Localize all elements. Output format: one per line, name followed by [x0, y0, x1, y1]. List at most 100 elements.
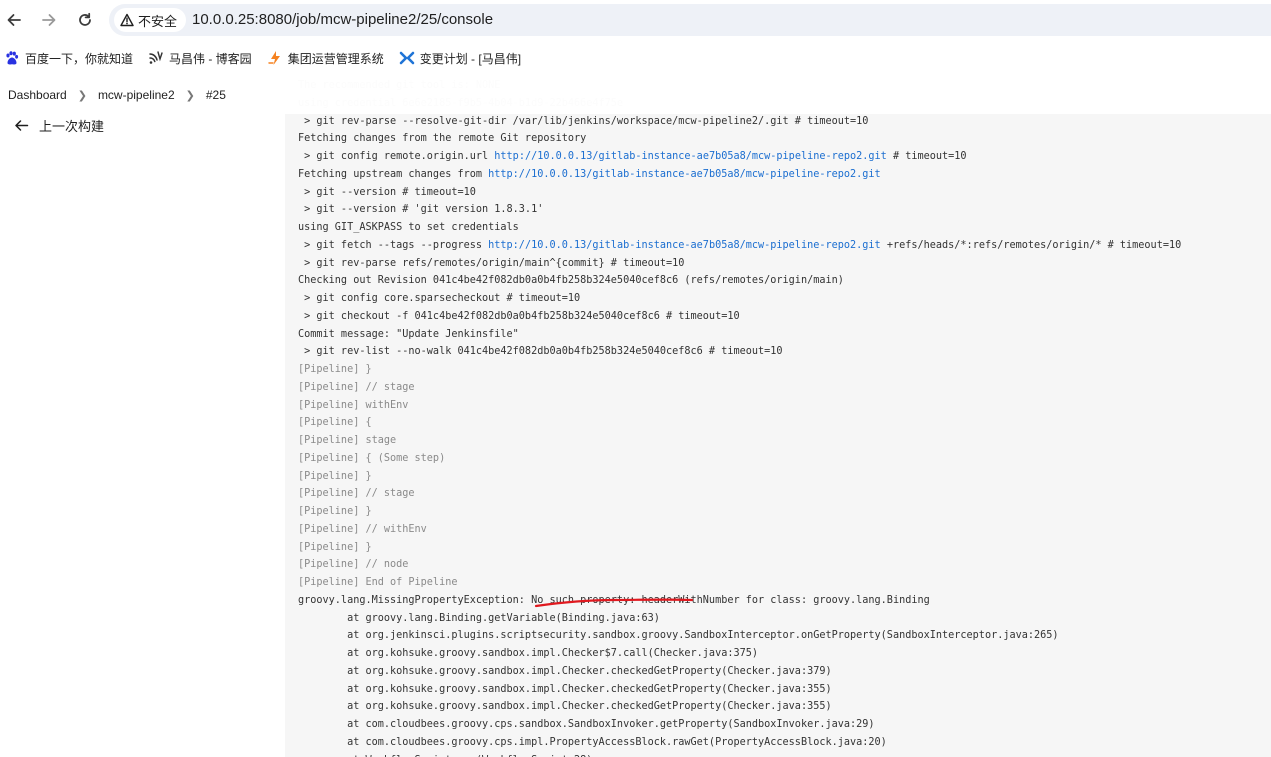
console-line: at org.kohsuke.groovy.sandbox.impl.Check…: [298, 663, 1181, 681]
console-line: > git rev-parse --resolve-git-dir /var/l…: [298, 113, 1181, 131]
previous-build-link[interactable]: 上一次构建: [14, 116, 104, 135]
console-text: at org.kohsuke.groovy.sandbox.impl.Check…: [298, 648, 759, 659]
console-line: > git config remote.origin.url http://10…: [298, 148, 1181, 166]
security-indicator[interactable]: 不安全: [114, 8, 187, 32]
pipeline-step-text: [Pipeline] }: [298, 541, 372, 553]
console-line: > git rev-parse refs/remotes/origin/main…: [298, 255, 1181, 273]
bookmark-label: 百度一下，你就知道: [25, 51, 134, 66]
console-line: [Pipeline] // withEnv: [298, 521, 1181, 539]
pipeline-step-text: [Pipeline] End of Pipeline: [298, 577, 458, 588]
console-line: > git checkout -f 041c4be42f082db0a0b4fb…: [298, 308, 1181, 326]
console-line: [Pipeline] // stage: [298, 379, 1181, 397]
bookmark-cnblogs[interactable]: 马昌伟 - 博客园: [148, 45, 259, 71]
console-line: [Pipeline] }: [298, 361, 1181, 379]
console-line: at com.cloudbees.groovy.cps.impl.Propert…: [298, 734, 1181, 752]
pipeline-step-text: [Pipeline] {: [298, 417, 372, 429]
console-text: at org.kohsuke.groovy.sandbox.impl.Check…: [298, 683, 832, 695]
jenkins-console-page: Dashboard ❯ mcw-pipeline2 ❯ #25 上一次构建 Th…: [0, 76, 1271, 757]
console-line: [Pipeline] }: [298, 503, 1181, 521]
console-line: [Pipeline] {: [298, 414, 1181, 432]
console-text: Commit message: "Update Jenkinsfile": [298, 328, 519, 340]
warning-triangle-icon: [120, 13, 134, 27]
cnblogs-icon: [149, 51, 163, 64]
baidu-paw-icon: [6, 51, 19, 65]
console-line: at org.kohsuke.groovy.sandbox.impl.Check…: [298, 698, 1181, 716]
bookmarks-bar: 百度一下，你就知道 马昌伟 - 博客园 集团运营管理系统 变更计划 - [马昌伟…: [0, 40, 1271, 76]
console-line: [Pipeline] stage: [298, 432, 1181, 450]
console-link[interactable]: http://10.0.0.13/gitlab-instance-ae7b05a…: [488, 169, 881, 180]
console-line: > git --version # 'git version 1.8.3.1': [298, 201, 1181, 219]
bookmark-ops-system[interactable]: 集团运营管理系统: [267, 45, 391, 71]
console-line: [Pipeline] // stage: [298, 485, 1181, 503]
console-text: Fetching changes from the remote Git rep…: [298, 133, 587, 145]
console-text: at org.kohsuke.groovy.sandbox.impl.Check…: [298, 665, 832, 677]
console-text: at org.jenkinsci.plugins.scriptsecurity.…: [298, 630, 1059, 642]
console-line: > git config core.sparsecheckout # timeo…: [298, 290, 1181, 308]
console-line: [Pipeline] // node: [298, 556, 1181, 574]
previous-build-label: 上一次构建: [39, 119, 105, 134]
console-text: # timeout=10: [886, 151, 967, 162]
console-link[interactable]: http://10.0.0.13/gitlab-instance-ae7b05a…: [488, 240, 881, 251]
bookmark-baidu[interactable]: 百度一下，你就知道: [4, 45, 140, 71]
breadcrumb-build[interactable]: #25: [204, 88, 228, 102]
console-line: > git rev-list --no-walk 041c4be42f082db…: [298, 343, 1181, 361]
console-line: Fetching upstream changes from http://10…: [298, 166, 1181, 184]
console-output-panel[interactable]: The recommended git tool is: NONEusing c…: [285, 76, 1271, 757]
console-text: > git fetch --tags --progress: [298, 239, 489, 251]
bookmark-label: 集团运营管理系统: [287, 51, 384, 66]
console-line: [Pipeline] withEnv: [298, 397, 1181, 415]
browser-toolbar: 不安全 10.0.0.25:8080/job/mcw-pipeline2/25/…: [0, 0, 1271, 40]
console-line: > git --version # timeout=10: [298, 184, 1181, 202]
bookmark-change-plan[interactable]: 变更计划 - [马昌伟]: [399, 45, 528, 71]
breadcrumb-job[interactable]: mcw-pipeline2: [96, 88, 177, 102]
breadcrumb: Dashboard ❯ mcw-pipeline2 ❯ #25: [0, 76, 1271, 114]
console-line: groovy.lang.MissingPropertyException: No…: [298, 592, 1181, 610]
console-line: > git fetch --tags --progress http://10.…: [298, 237, 1181, 255]
console-text: > git rev-parse --resolve-git-dir /var/l…: [298, 115, 869, 127]
console-text: at com.cloudbees.groovy.cps.impl.Propert…: [298, 736, 887, 748]
console-text: > git rev-list --no-walk 041c4be42f082db…: [298, 346, 783, 358]
console-line: at org.kohsuke.groovy.sandbox.impl.Check…: [298, 645, 1181, 663]
change-plan-icon: [399, 51, 415, 65]
console-line: using GIT_ASKPASS to set credentials: [298, 219, 1181, 237]
reload-icon[interactable]: [71, 6, 99, 34]
pipeline-step-text: [Pipeline] // stage: [298, 381, 415, 393]
breadcrumb-dashboard[interactable]: Dashboard: [6, 88, 69, 102]
pipeline-step-text: [Pipeline] // withEnv: [298, 523, 427, 535]
console-line: Commit message: "Update Jenkinsfile": [298, 326, 1181, 344]
console-line: [Pipeline] }: [298, 539, 1181, 557]
console-line: at com.cloudbees.groovy.cps.sandbox.Sand…: [298, 716, 1181, 734]
security-label: 不安全: [138, 13, 178, 29]
forward-arrow-icon[interactable]: [35, 6, 63, 34]
console-text: at com.cloudbees.groovy.cps.sandbox.Sand…: [298, 719, 875, 730]
pipeline-step-text: [Pipeline] // stage: [298, 488, 415, 500]
console-link[interactable]: http://10.0.0.13/gitlab-instance-ae7b05a…: [494, 151, 887, 162]
address-bar[interactable]: 不安全 10.0.0.25:8080/job/mcw-pipeline2/25/…: [109, 4, 1271, 36]
console-line: Checking out Revision 041c4be42f082db0a0…: [298, 272, 1181, 290]
console-text: Fetching upstream changes from: [298, 168, 489, 180]
pipeline-step-text: [Pipeline] }: [298, 506, 372, 517]
console-line: at org.kohsuke.groovy.sandbox.impl.Check…: [298, 681, 1181, 699]
console-text: > git config core.sparsecheckout # timeo…: [298, 293, 581, 304]
console-text: > git --version # 'git version 1.8.3.1': [298, 204, 544, 216]
pipeline-step-text: [Pipeline] withEnv: [298, 399, 409, 411]
console-line: [Pipeline] }: [298, 468, 1181, 486]
pipeline-step-text: [Pipeline] // node: [298, 559, 409, 571]
back-arrow-icon[interactable]: [0, 6, 28, 34]
ops-system-icon: [267, 51, 280, 65]
console-text: at org.kohsuke.groovy.sandbox.impl.Check…: [298, 701, 832, 713]
sidebar: 上一次构建: [0, 114, 285, 757]
console-line: [Pipeline] End of Pipeline: [298, 574, 1181, 592]
console-text: Checking out Revision 041c4be42f082db0a0…: [298, 275, 844, 287]
pipeline-step-text: [Pipeline] }: [298, 470, 372, 482]
console-text: > git checkout -f 041c4be42f082db0a0b4fb…: [298, 310, 740, 322]
console-text: > git --version # timeout=10: [298, 186, 476, 198]
console-text: > git config remote.origin.url: [298, 151, 495, 162]
console-line: at groovy.lang.Binding.getVariable(Bindi…: [298, 610, 1181, 628]
console-output: The recommended git tool is: NONEusing c…: [298, 77, 1181, 757]
url-text[interactable]: 10.0.0.25:8080/job/mcw-pipeline2/25/cons…: [192, 11, 493, 28]
chevron-right-icon[interactable]: ❯: [78, 89, 87, 102]
chevron-right-icon[interactable]: ❯: [186, 89, 195, 102]
console-text: using GIT_ASKPASS to set credentials: [298, 222, 519, 233]
pipeline-step-text: [Pipeline] }: [298, 364, 372, 375]
